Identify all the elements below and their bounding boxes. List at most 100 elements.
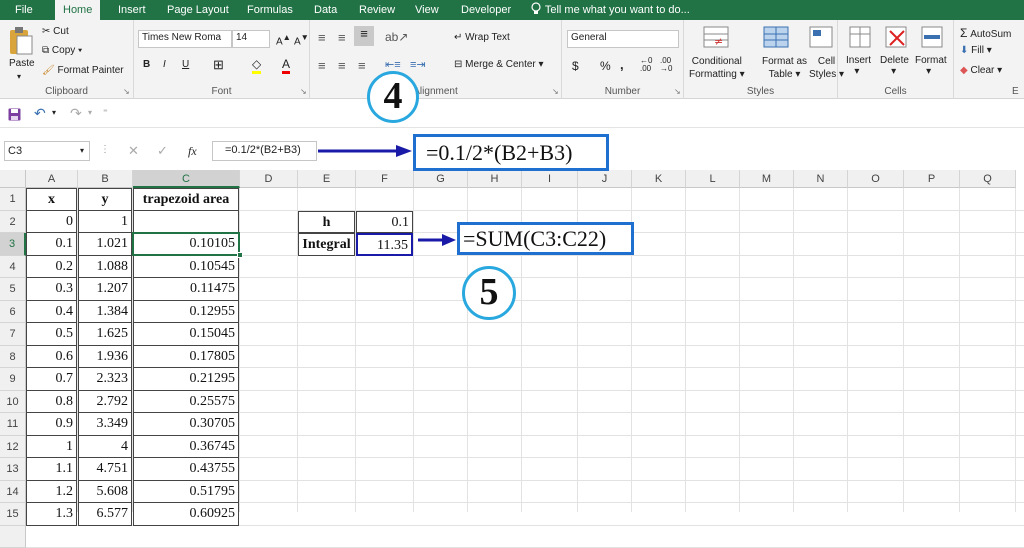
tab-file[interactable]: File: [15, 0, 33, 20]
undo-dropdown-icon[interactable]: ▾: [52, 108, 56, 117]
cell-b8[interactable]: 1.936: [78, 346, 132, 369]
cell-b11[interactable]: 3.349: [78, 413, 132, 436]
fill-button[interactable]: ⬇ Fill ▾: [960, 45, 992, 56]
side-h-label[interactable]: h: [298, 211, 355, 234]
cell-a7[interactable]: 0.5: [26, 323, 77, 346]
enter-icon[interactable]: ✓: [157, 143, 168, 159]
clipboard-launcher-icon[interactable]: ↘: [123, 87, 130, 96]
row-header[interactable]: 7: [0, 323, 26, 346]
clear-button[interactable]: ◆ Clear ▾: [960, 65, 1002, 76]
currency-button[interactable]: $: [572, 59, 579, 73]
column-header-c[interactable]: C: [133, 170, 240, 188]
decrease-decimal-icon[interactable]: .00→0: [660, 57, 672, 73]
cell-b10[interactable]: 2.792: [78, 391, 132, 414]
align-right-icon[interactable]: ≡: [358, 58, 366, 73]
cell-c12[interactable]: 0.36745: [133, 436, 239, 459]
tell-me-box[interactable]: Tell me what you want to do...: [530, 0, 690, 20]
percent-button[interactable]: %: [600, 59, 611, 73]
column-header-e[interactable]: E: [298, 170, 356, 188]
cell-b7[interactable]: 1.625: [78, 323, 132, 346]
conditional-formatting-button[interactable]: ConditionalFormatting ▾: [689, 55, 745, 81]
column-header-f[interactable]: F: [356, 170, 414, 188]
increase-font-icon[interactable]: A▲: [276, 32, 291, 47]
number-launcher-icon[interactable]: ↘: [674, 87, 681, 96]
column-header-d[interactable]: D: [240, 170, 298, 188]
cell-a8[interactable]: 0.6: [26, 346, 77, 369]
column-header-q[interactable]: Q: [960, 170, 1016, 188]
tab-formulas[interactable]: Formulas: [247, 0, 293, 20]
format-as-table-button[interactable]: Format asTable ▾: [762, 55, 807, 81]
cell-a11[interactable]: 0.9: [26, 413, 77, 436]
row-header[interactable]: 9: [0, 368, 26, 391]
cell-a10[interactable]: 0.8: [26, 391, 77, 414]
bold-button[interactable]: B: [143, 59, 150, 70]
column-header-g[interactable]: G: [414, 170, 468, 188]
cell-a6[interactable]: 0.4: [26, 301, 77, 324]
decrease-font-icon[interactable]: A▼: [294, 32, 309, 47]
side-integral-value[interactable]: 11.35: [356, 233, 413, 256]
row-header[interactable]: 15: [0, 503, 26, 526]
row-header[interactable]: [0, 526, 26, 548]
tab-view[interactable]: View: [415, 0, 439, 20]
cell-a12[interactable]: 1: [26, 436, 77, 459]
cell-c9[interactable]: 0.21295: [133, 368, 239, 391]
paste-icon[interactable]: [8, 26, 34, 56]
cell-c11[interactable]: 0.30705: [133, 413, 239, 436]
save-icon[interactable]: [8, 108, 21, 121]
font-launcher-icon[interactable]: ↘: [300, 87, 307, 96]
borders-icon[interactable]: ⊞: [213, 57, 224, 73]
format-cells-button[interactable]: Format ▾: [915, 55, 947, 77]
tab-home[interactable]: Home: [55, 0, 100, 20]
redo-icon[interactable]: ↷: [70, 105, 82, 122]
alignment-launcher-icon[interactable]: ↘: [552, 87, 559, 96]
column-header-h[interactable]: H: [468, 170, 522, 188]
row-header[interactable]: 5: [0, 278, 26, 301]
increase-decimal-icon[interactable]: ←0.00: [640, 57, 652, 73]
insert-cells-button[interactable]: Insert ▾: [846, 55, 871, 77]
copy-button[interactable]: ⧉ Copy ▾: [42, 45, 82, 56]
cancel-icon[interactable]: ✕: [128, 143, 139, 159]
cell-b15[interactable]: 6.577: [78, 503, 132, 526]
row-header[interactable]: 1: [0, 188, 26, 211]
delete-cells-button[interactable]: Delete ▾: [880, 55, 909, 77]
column-header-l[interactable]: L: [686, 170, 740, 188]
cell-b14[interactable]: 5.608: [78, 481, 132, 504]
column-header-m[interactable]: M: [740, 170, 794, 188]
cell-b3[interactable]: 1.021: [78, 233, 132, 256]
cell-b1[interactable]: y: [78, 188, 132, 211]
column-header-p[interactable]: P: [904, 170, 960, 188]
side-h-value[interactable]: 0.1: [356, 211, 413, 234]
cell-a1[interactable]: x: [26, 188, 77, 211]
column-header-k[interactable]: K: [632, 170, 686, 188]
cell-c1[interactable]: trapezoid area: [133, 188, 239, 211]
align-bottom-icon[interactable]: ≡: [354, 26, 374, 46]
cut-button[interactable]: ✂ Cut: [42, 26, 69, 37]
decrease-indent-icon[interactable]: ⇤≡: [385, 58, 401, 71]
align-middle-icon[interactable]: ≡: [338, 30, 346, 45]
cell-c14[interactable]: 0.51795: [133, 481, 239, 504]
redo-dropdown-icon[interactable]: ▾: [88, 108, 92, 117]
insert-function-button[interactable]: fx: [188, 144, 197, 159]
cell-a13[interactable]: 1.1: [26, 458, 77, 481]
align-center-icon[interactable]: ≡: [338, 58, 346, 73]
cell-a9[interactable]: 0.7: [26, 368, 77, 391]
underline-button[interactable]: U: [182, 59, 189, 70]
formula-input[interactable]: =0.1/2*(B2+B3): [212, 141, 317, 161]
side-integral-label[interactable]: Integral: [298, 233, 355, 256]
fill-handle[interactable]: [237, 252, 243, 258]
cell-c10[interactable]: 0.25575: [133, 391, 239, 414]
undo-icon[interactable]: ↶: [34, 105, 46, 122]
cell-b4[interactable]: 1.088: [78, 256, 132, 279]
row-header[interactable]: 6: [0, 301, 26, 324]
row-header[interactable]: 3: [0, 233, 26, 256]
cell-a2[interactable]: 0: [26, 211, 77, 234]
row-header[interactable]: 2: [0, 211, 26, 234]
cell-a4[interactable]: 0.2: [26, 256, 77, 279]
tab-data[interactable]: Data: [314, 0, 337, 20]
increase-indent-icon[interactable]: ≡⇥: [410, 58, 426, 71]
cell-b12[interactable]: 4: [78, 436, 132, 459]
cell-c2[interactable]: [133, 211, 239, 234]
cell-c6[interactable]: 0.12955: [133, 301, 239, 324]
cell-c7[interactable]: 0.15045: [133, 323, 239, 346]
format-painter-button[interactable]: 🖌 Format Painter: [42, 65, 124, 76]
